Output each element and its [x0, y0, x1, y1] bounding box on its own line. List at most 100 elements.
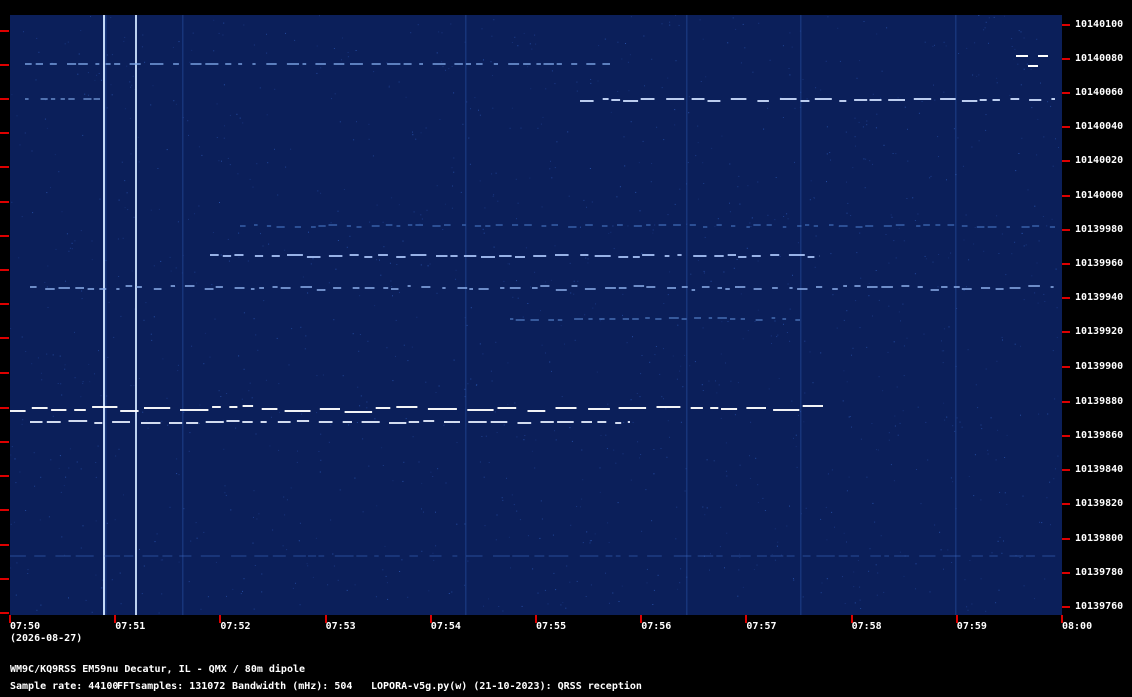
signal-trace-segment [585, 224, 593, 226]
noise-speck [639, 396, 641, 398]
noise-speck [894, 425, 896, 427]
noise-speck [513, 504, 515, 506]
noise-speck [739, 203, 741, 205]
freq-tick-label: 10140040 [1075, 121, 1124, 132]
signal-trace-segment [919, 555, 936, 557]
noise-speck [222, 34, 224, 36]
noise-speck [308, 231, 309, 233]
noise-speck [757, 181, 759, 183]
noise-speck [479, 180, 481, 182]
signal-trace-segment [129, 63, 141, 65]
signal-trace-segment [45, 288, 55, 290]
noise-speck [674, 203, 676, 205]
signal-trace-segment [328, 255, 343, 257]
noise-speck [373, 71, 375, 73]
noise-speck [187, 120, 189, 122]
noise-speck [271, 416, 272, 418]
noise-speck [509, 263, 510, 265]
noise-speck [804, 340, 806, 342]
noise-speck [432, 476, 434, 477]
signal-trace-segment [306, 256, 321, 258]
noise-speck [702, 390, 704, 391]
signal-trace-segment [429, 555, 442, 557]
noise-speck [352, 333, 354, 335]
noise-speck [337, 210, 339, 212]
noise-speck [451, 66, 453, 67]
signal-trace-segment [242, 405, 254, 407]
signal-trace-segment [605, 555, 613, 557]
noise-speck [980, 424, 982, 426]
noise-speck [213, 19, 215, 21]
signal-trace-segment [318, 421, 333, 423]
noise-speck [359, 334, 361, 335]
noise-speck [941, 340, 942, 342]
noise-speck [706, 507, 708, 509]
noise-speck [915, 563, 917, 565]
noise-speck [632, 421, 634, 423]
noise-speck [771, 343, 772, 344]
signal-trace-segment [93, 98, 100, 100]
noise-speck [783, 216, 785, 217]
noise-speck [456, 442, 458, 443]
noise-speck [223, 22, 225, 24]
freq-tick-mark-left [0, 612, 9, 614]
noise-speck [1014, 48, 1016, 50]
noise-speck [551, 177, 553, 179]
noise-speck [846, 381, 848, 383]
noise-speck [277, 194, 279, 196]
noise-speck [523, 439, 525, 441]
noise-speck [843, 319, 845, 321]
noise-speck [362, 511, 364, 513]
noise-speck [757, 484, 759, 486]
freq-tick-mark-right [1062, 503, 1070, 505]
signal-trace-segment [995, 288, 1004, 290]
noise-speck [268, 243, 270, 245]
noise-speck [276, 337, 278, 339]
noise-speck [956, 417, 958, 419]
freq-tick-label: 10140060 [1075, 87, 1124, 98]
noise-speck [704, 514, 706, 516]
noise-speck [744, 47, 746, 49]
signal-trace-segment [602, 63, 610, 65]
freq-tick-mark-left [0, 98, 9, 100]
noise-speck [413, 211, 415, 213]
noise-speck [747, 330, 749, 332]
noise-speck [143, 565, 145, 567]
noise-speck [923, 333, 925, 335]
noise-speck [356, 422, 358, 423]
noise-speck [605, 434, 607, 436]
noise-speck [640, 373, 642, 375]
noise-speck [600, 435, 602, 436]
freq-tick-mark-right [1062, 126, 1070, 128]
noise-speck [97, 445, 99, 447]
noise-speck [99, 198, 101, 200]
noise-speck [330, 519, 332, 521]
noise-speck [789, 308, 791, 310]
signal-trace-segment [632, 318, 639, 320]
signal-trace-segment [632, 256, 640, 258]
noise-speck [31, 150, 33, 152]
noise-speck [708, 380, 710, 382]
noise-speck [158, 208, 160, 210]
spectrogram-canvas [10, 15, 1059, 615]
noise-speck [160, 260, 162, 262]
signal-trace-segment [99, 288, 107, 290]
freq-tick-mark-left [0, 269, 9, 271]
signal-trace-segment [205, 63, 219, 65]
noise-speck [733, 267, 735, 269]
signal-trace-segment [788, 254, 805, 256]
signal-trace-segment [738, 256, 747, 258]
noise-speck [111, 94, 113, 96]
signal-trace-segment [690, 407, 703, 409]
noise-speck [617, 502, 619, 504]
noise-speck [550, 279, 552, 281]
noise-speck [612, 592, 614, 594]
signal-trace-segment [1032, 225, 1040, 227]
noise-speck [192, 32, 194, 34]
noise-speck [842, 576, 843, 578]
signal-trace-segment [179, 555, 192, 557]
noise-speck [623, 136, 625, 138]
noise-speck [330, 222, 332, 224]
noise-speck [483, 59, 484, 61]
noise-speck [842, 400, 844, 402]
